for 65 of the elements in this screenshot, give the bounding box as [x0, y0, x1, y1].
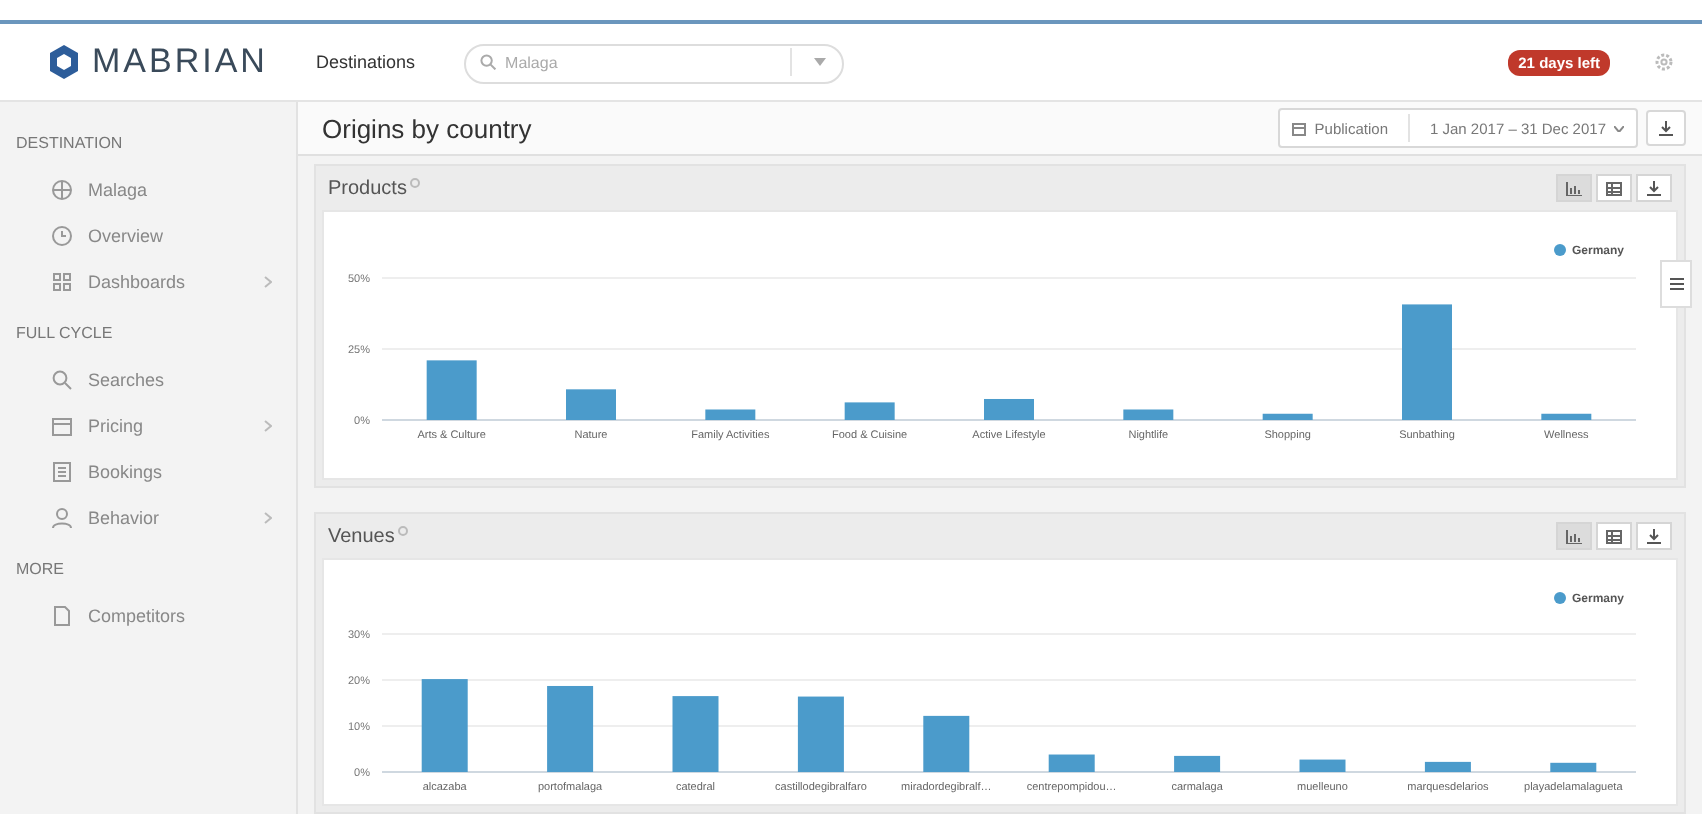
sidebar-item[interactable]: Competitors — [0, 592, 296, 638]
download-icon — [1646, 528, 1662, 544]
grid-icon — [50, 269, 74, 293]
bar — [426, 360, 477, 420]
sidebar-item[interactable]: Malaga — [0, 166, 296, 212]
search-icon — [50, 367, 74, 391]
sidebar-section-title: DESTINATION — [14, 132, 125, 156]
table-icon — [1606, 529, 1622, 543]
panel-title: Products — [328, 177, 407, 199]
menu-icon — [1669, 278, 1683, 290]
building-icon — [50, 459, 74, 483]
bar — [705, 409, 756, 420]
search-icon — [479, 54, 496, 70]
view-mode-button[interactable] — [1596, 174, 1632, 202]
bar — [797, 696, 844, 772]
clock-icon — [50, 223, 74, 247]
sidebar-item[interactable]: Bookings — [0, 448, 296, 494]
view-mode-button[interactable] — [1556, 522, 1592, 550]
sidebar-item[interactable]: Dashboards — [0, 258, 296, 304]
sidebar-section-title: FULL CYCLE — [14, 322, 115, 346]
caret-icon — [813, 58, 826, 66]
file-icon — [50, 603, 74, 627]
bar-chart-icon — [1566, 181, 1582, 195]
bar — [923, 715, 970, 772]
caret-icon — [1614, 125, 1624, 131]
bar — [1550, 762, 1597, 772]
menu-button[interactable] — [1660, 260, 1692, 308]
sidebar-item[interactable]: Pricing — [0, 402, 296, 448]
globe-icon — [50, 177, 74, 201]
bar — [1048, 754, 1095, 772]
logo-icon — [48, 44, 80, 80]
bar — [1541, 413, 1592, 420]
bar — [844, 402, 895, 420]
calendar-icon — [50, 413, 74, 437]
view-mode-button[interactable] — [1556, 174, 1592, 202]
search-field[interactable]: Malaga — [463, 43, 844, 83]
bar — [547, 686, 594, 772]
table-icon — [1606, 181, 1622, 195]
download-button[interactable] — [1646, 110, 1686, 146]
bar — [566, 389, 616, 420]
sidebar-item[interactable]: Searches — [0, 356, 296, 402]
download-button[interactable] — [1636, 522, 1672, 550]
download-icon — [1658, 120, 1674, 136]
bar — [1123, 409, 1174, 420]
section-title: Destinations — [316, 52, 416, 72]
bar — [1424, 761, 1471, 772]
bar — [421, 679, 468, 772]
bar-chart-icon — [1566, 529, 1582, 543]
panel-title: Venues — [328, 525, 395, 547]
bar — [1299, 759, 1346, 772]
logo-text: MABRIAN — [92, 42, 268, 82]
bar — [1262, 413, 1313, 420]
calendar-icon — [1292, 121, 1307, 135]
page-title: Origins by country — [322, 113, 534, 143]
bar — [984, 399, 1034, 420]
sidebar-item[interactable]: Behavior — [0, 494, 296, 540]
download-button[interactable] — [1636, 174, 1672, 202]
sidebar-section-title: MORE — [14, 558, 66, 582]
bar — [1402, 304, 1452, 420]
download-icon — [1646, 180, 1662, 196]
view-mode-button[interactable] — [1596, 522, 1632, 550]
bar — [1174, 755, 1221, 772]
bar — [672, 696, 719, 772]
person-icon — [50, 505, 74, 529]
sidebar-item[interactable]: Overview — [0, 212, 296, 258]
